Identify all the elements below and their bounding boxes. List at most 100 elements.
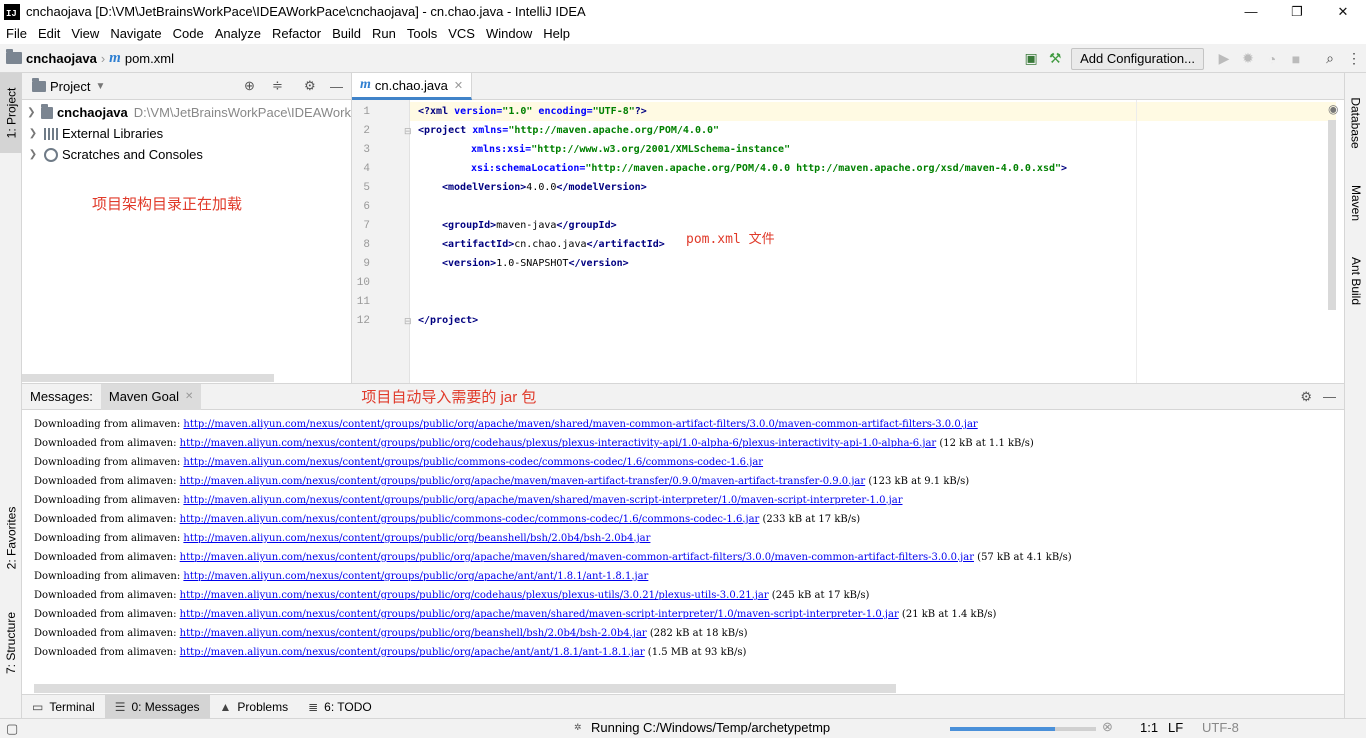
message-suffix: (21 kB at 1.4 kB/s) — [898, 609, 997, 620]
message-url-link[interactable]: http://maven.aliyun.com/nexus/content/gr… — [180, 438, 937, 449]
message-prefix: Downloading from alimaven: — [34, 533, 184, 544]
expand-arrow-icon[interactable]: ❯ — [26, 149, 40, 160]
code-line: <modelVersion>4.0.0</modelVersion> — [442, 182, 647, 193]
line-number: 5 — [363, 182, 370, 194]
close-button[interactable]: ✕ — [1320, 0, 1366, 23]
expand-arrow-icon[interactable]: ❯ — [26, 128, 40, 139]
build-hammer-icon[interactable]: ⚒ — [1043, 48, 1067, 70]
tool-tab-project[interactable]: 1: Project — [0, 73, 22, 153]
message-line: Downloaded from alimaven: http://maven.a… — [34, 643, 746, 662]
bottom-tool-bar: ▭ Terminal ☰ 0: Messages ▲ Problems ≣ 6: TOD… — [22, 694, 1344, 719]
cancel-process-icon[interactable]: ⊗ — [1102, 719, 1113, 735]
gear-icon[interactable]: ⚙ — [304, 78, 316, 94]
menu-run[interactable]: Run — [366, 26, 401, 41]
tab-messages[interactable]: ☰ 0: Messages — [104, 694, 210, 719]
menu-tools[interactable]: Tools — [401, 26, 442, 41]
menu-view[interactable]: View — [65, 26, 104, 41]
tab-todo[interactable]: ≣ 6: TODO — [298, 695, 382, 719]
tab-problems[interactable]: ▲ Problems — [210, 695, 299, 719]
expand-arrow-icon[interactable]: ❯ — [26, 107, 37, 118]
tool-tab-maven[interactable]: Maven — [1345, 173, 1366, 233]
breadcrumb-file[interactable]: m pom.xml — [109, 50, 174, 67]
line-number: 4 — [363, 163, 370, 175]
vertical-scrollbar[interactable] — [1328, 120, 1336, 310]
run-icon[interactable]: ▶ — [1212, 48, 1236, 70]
menu-build[interactable]: Build — [326, 26, 366, 41]
message-prefix: Downloaded from alimaven: — [34, 590, 180, 601]
line-number: 12 — [356, 315, 370, 327]
horizontal-scrollbar[interactable] — [22, 374, 274, 382]
message-url-link[interactable]: http://maven.aliyun.com/nexus/content/gr… — [180, 552, 974, 563]
toggle-tool-windows-icon[interactable]: ▢ — [6, 721, 18, 737]
horizontal-scrollbar[interactable] — [34, 684, 896, 693]
message-url-link[interactable]: http://maven.aliyun.com/nexus/content/gr… — [180, 476, 866, 487]
vertical-dots-icon[interactable]: ⋮ — [1342, 48, 1366, 70]
message-url-link[interactable]: http://maven.aliyun.com/nexus/content/gr… — [180, 647, 645, 658]
message-url-link[interactable]: http://maven.aliyun.com/nexus/content/gr… — [180, 609, 899, 620]
minimize-button[interactable]: — — [1228, 0, 1274, 23]
close-tab-icon[interactable]: ✕ — [454, 79, 463, 92]
eye-icon[interactable]: ◉ — [1328, 102, 1338, 116]
editor-tab-cn-chao-java[interactable]: m cn.chao.java ✕ — [352, 73, 473, 100]
search-icon[interactable]: ⌕ — [1318, 48, 1342, 70]
debug-icon[interactable]: ✹ — [1236, 48, 1260, 70]
hide-panel-icon[interactable]: — — [330, 79, 343, 94]
message-url-link[interactable]: http://maven.aliyun.com/nexus/content/gr… — [183, 457, 763, 468]
todo-icon: ≣ — [308, 699, 319, 714]
menu-navigate[interactable]: Navigate — [104, 26, 166, 41]
menu-edit[interactable]: Edit — [32, 26, 65, 41]
tab-terminal[interactable]: ▭ Terminal — [22, 695, 105, 719]
coverage-icon[interactable]: ◔ — [1260, 48, 1284, 70]
caret-position[interactable]: 1:1 — [1140, 720, 1158, 735]
title-bar: IJ cnchaojava [D:\VM\JetBrainsWorkPace\I… — [0, 0, 1366, 23]
tool-tab-ant-build[interactable]: Ant Build — [1345, 241, 1366, 321]
collapse-all-icon[interactable]: ≑ — [272, 78, 283, 94]
code-area[interactable]: <?xml version="1.0" encoding="UTF-8"?> <… — [410, 100, 1338, 383]
chevron-down-icon[interactable]: ▼ — [95, 81, 105, 92]
locate-icon[interactable]: ⊕ — [244, 78, 255, 94]
tree-item-external-libraries[interactable]: ❯ External Libraries — [22, 123, 351, 144]
tool-tab-database[interactable]: Database — [1345, 83, 1366, 163]
tree-item-scratches[interactable]: ❯ Scratches and Consoles — [22, 144, 351, 165]
tab-maven-goal[interactable]: Maven Goal ✕ — [100, 383, 202, 410]
message-prefix: Downloading from alimaven: — [34, 419, 184, 430]
menu-analyze[interactable]: Analyze — [209, 26, 266, 41]
file-encoding[interactable]: UTF-8 — [1202, 720, 1239, 735]
tree-item-project[interactable]: ❯ cnchaojava D:\VM\JetBrainsWorkPace\IDE… — [22, 102, 351, 123]
intellij-icon: IJ — [4, 3, 20, 20]
add-configuration-button[interactable]: Add Configuration... — [1071, 47, 1204, 70]
menu-window[interactable]: Window — [480, 26, 537, 41]
layout-icon[interactable]: ▣ — [1019, 48, 1043, 70]
messages-label: Messages: — [30, 389, 93, 404]
breadcrumb-project[interactable]: cnchaojava — [6, 49, 97, 66]
tool-tab-favorites[interactable]: 2: Favorites — [0, 493, 22, 583]
message-url-link[interactable]: http://maven.aliyun.com/nexus/content/gr… — [183, 495, 902, 506]
menu-file[interactable]: File — [0, 26, 32, 41]
message-url-link[interactable]: http://maven.aliyun.com/nexus/content/gr… — [183, 419, 977, 430]
project-view-dropdown[interactable]: Project — [50, 79, 90, 94]
hide-panel-icon[interactable]: — — [1323, 389, 1336, 404]
message-suffix: (1.5 MB at 93 kB/s) — [644, 647, 747, 658]
message-prefix: Downloading from alimaven: — [34, 495, 184, 506]
gear-icon[interactable]: ⚙ — [1300, 389, 1312, 405]
message-url-link[interactable]: http://maven.aliyun.com/nexus/content/gr… — [180, 628, 647, 639]
message-prefix: Downloaded from alimaven: — [34, 609, 180, 620]
message-url-link[interactable]: http://maven.aliyun.com/nexus/content/gr… — [183, 571, 648, 582]
maximize-button[interactable]: ❐ — [1274, 0, 1320, 23]
message-url-link[interactable]: http://maven.aliyun.com/nexus/content/gr… — [183, 533, 650, 544]
message-url-link[interactable]: http://maven.aliyun.com/nexus/content/gr… — [180, 514, 760, 525]
close-tab-icon[interactable]: ✕ — [185, 391, 193, 402]
menu-code[interactable]: Code — [167, 26, 209, 41]
line-number: 11 — [356, 296, 370, 308]
tool-tab-structure[interactable]: 7: Structure — [0, 598, 22, 688]
message-url-link[interactable]: http://maven.aliyun.com/nexus/content/gr… — [180, 590, 769, 601]
messages-header: Messages: Maven Goal ✕ 项目自动导入需要的 jar 包 ⚙… — [22, 383, 1344, 410]
line-separator[interactable]: LF — [1168, 720, 1183, 735]
chevron-right-icon: › — [100, 50, 106, 66]
code-line: <groupId>maven-java</groupId> — [442, 220, 617, 231]
menu-refactor[interactable]: Refactor — [266, 26, 326, 41]
menu-help[interactable]: Help — [537, 26, 575, 41]
stop-icon[interactable]: ■ — [1284, 48, 1308, 70]
messages-panel: Messages: Maven Goal ✕ 项目自动导入需要的 jar 包 ⚙… — [22, 383, 1344, 694]
menu-vcs[interactable]: VCS — [442, 26, 480, 41]
